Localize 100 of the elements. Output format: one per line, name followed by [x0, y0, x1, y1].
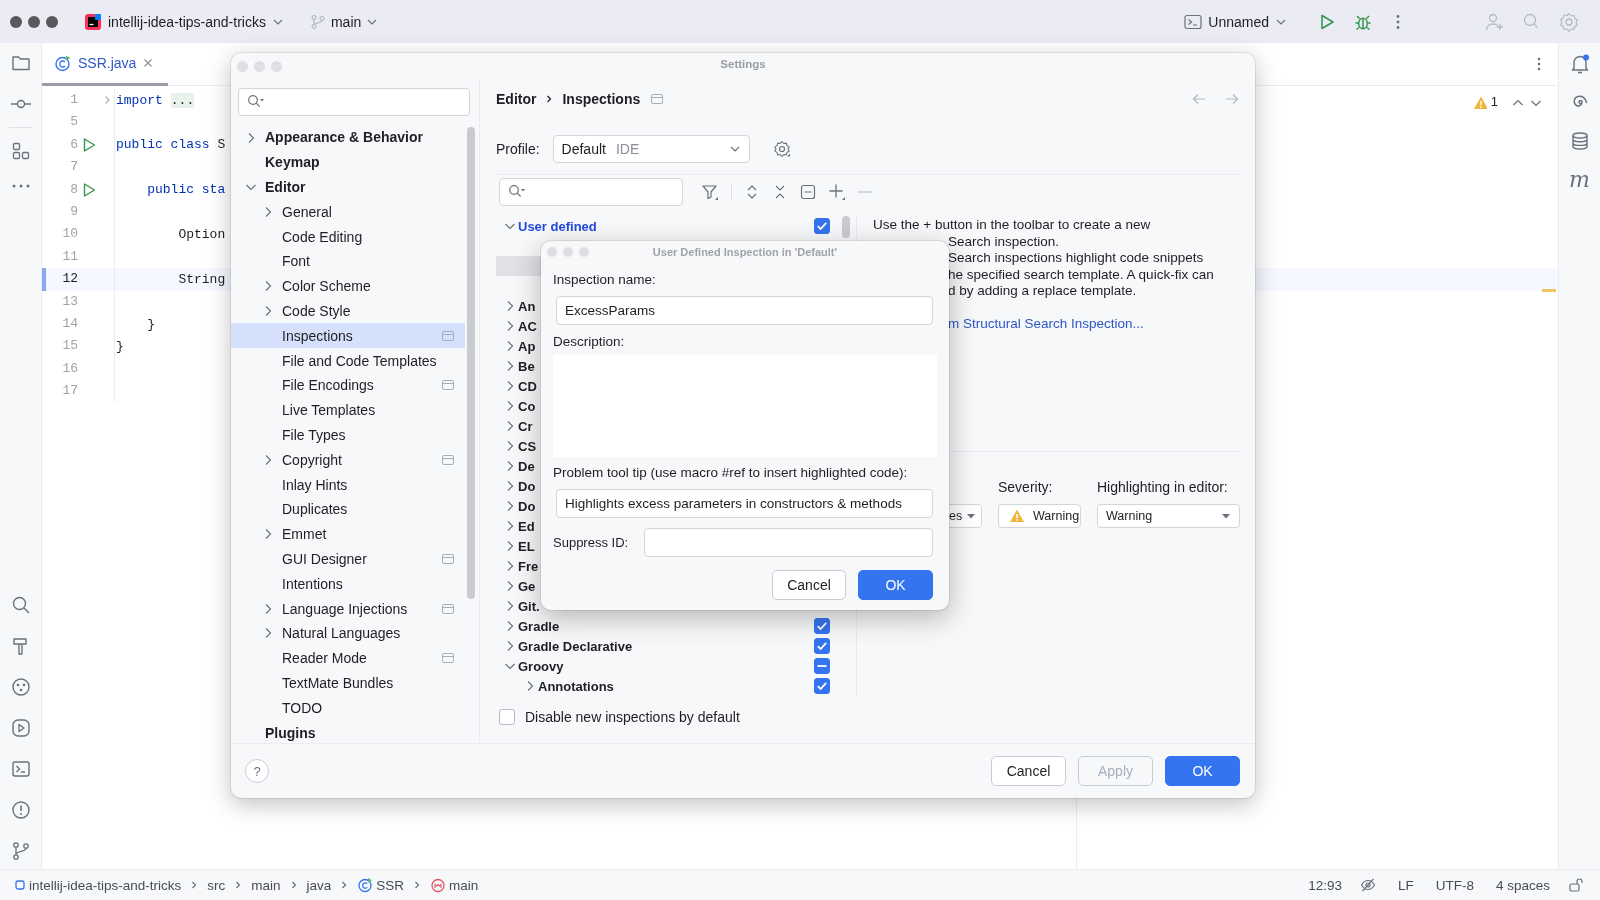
inspection-tree-item[interactable]: Be [518, 358, 535, 374]
inspection-tree-item[interactable]: EL [518, 538, 535, 554]
file-encoding[interactable]: UTF-8 [1435, 877, 1474, 893]
database-icon[interactable] [1569, 131, 1590, 151]
inspection-tree-item[interactable]: Annotations [538, 678, 614, 694]
inspection-tree-item[interactable]: Ap [518, 338, 536, 354]
checkbox-label[interactable]: Disable new inspections by default [525, 709, 740, 725]
settings-icon[interactable] [772, 140, 791, 158]
settings-nav-item[interactable]: Natural Languages [231, 620, 465, 646]
run-configuration-widget[interactable]: Unnamed [1178, 9, 1293, 34]
settings-nav-item[interactable]: Inlay Hints [231, 472, 465, 497]
settings-nav-item[interactable]: Editor [231, 174, 465, 200]
run-icon[interactable] [1318, 12, 1336, 31]
folder-icon[interactable] [10, 53, 31, 73]
name-field[interactable]: ExcessParams [556, 296, 933, 325]
inspection-tree-item[interactable]: Ge [518, 578, 536, 594]
help-button[interactable]: ? [245, 759, 269, 783]
highlighting-dropdown[interactable]: Warning [1097, 503, 1240, 528]
settings-nav-item[interactable]: TODO [231, 695, 465, 721]
close-icon[interactable] [142, 57, 155, 69]
run-gutter-icon[interactable] [81, 181, 97, 198]
settings-nav-item[interactable]: Appearance & Behavior [231, 125, 465, 150]
settings-nav-item[interactable]: File and Code Templates [231, 348, 465, 373]
caret-position[interactable]: 12:93 [1308, 877, 1342, 893]
inspection-tree-item[interactable]: De [518, 458, 535, 474]
settings-nav-item[interactable]: Duplicates [231, 496, 465, 522]
settings-nav-item[interactable]: Code Editing [231, 224, 465, 249]
project-widget[interactable]: intellij-idea-tips-and-tricks [78, 8, 290, 35]
tab-label[interactable]: SSR.java [78, 55, 137, 71]
breadcrumb-item[interactable]: java [306, 877, 332, 893]
settings-nav-item[interactable]: General [231, 199, 465, 225]
inspection-tree-item[interactable]: Ed [518, 518, 535, 534]
settings-nav-item[interactable]: File Encodings [231, 372, 465, 398]
problems-icon[interactable] [10, 800, 31, 820]
indent-setting[interactable]: 4 spaces [1495, 877, 1550, 893]
settings-nav-item[interactable]: Language Injections [231, 596, 465, 621]
breadcrumb-item[interactable]: src [207, 877, 226, 893]
more-icon[interactable] [1536, 56, 1542, 72]
breadcrumb-item[interactable]: main [430, 877, 479, 893]
scrollbar[interactable] [467, 127, 475, 599]
inspection-tree-item[interactable]: Do [518, 498, 536, 514]
breadcrumb-item[interactable]: SSR [357, 877, 405, 893]
settings-nav-item[interactable]: Reader Mode [231, 645, 465, 671]
inspection-tree-item[interactable]: Co [518, 398, 536, 414]
settings-nav-item[interactable]: Emmet [231, 521, 465, 547]
settings-nav-item[interactable]: Font [231, 249, 465, 274]
settings-nav-item[interactable]: Inspections [231, 323, 465, 349]
inspection-tree-item[interactable]: Git. [518, 598, 540, 614]
search-icon[interactable] [10, 595, 31, 615]
settings-nav-item[interactable]: Code Style [231, 298, 465, 324]
lock-icon[interactable] [1568, 877, 1584, 893]
settings-nav-item[interactable]: TextMate Bundles [231, 670, 465, 696]
inspection-tree-item[interactable]: Fre [518, 558, 539, 574]
inspection-tree-item[interactable]: An [518, 298, 536, 314]
severity-dropdown[interactable]: Warning [998, 503, 1081, 528]
inspection-tree-item[interactable]: Do [518, 478, 536, 494]
folded-code[interactable]: ... [170, 92, 195, 108]
breadcrumb-item[interactable]: Inspections [562, 91, 641, 107]
inspection-tree-item[interactable]: Gradle Declarative [518, 638, 633, 654]
dialog-button[interactable]: OK [858, 570, 933, 600]
services-icon[interactable] [10, 677, 31, 697]
branch-widget[interactable]: main [303, 9, 385, 34]
window-button[interactable] [28, 15, 40, 28]
inspection-tree-item[interactable]: Groovy [518, 658, 564, 674]
structure-icon[interactable] [10, 141, 31, 161]
inspection-off-icon[interactable] [1359, 877, 1376, 893]
settings-nav-item[interactable]: Keymap [231, 149, 465, 175]
add-icon[interactable] [828, 183, 846, 201]
breadcrumb-item[interactable]: Editor [496, 91, 537, 107]
profile-dropdown[interactable]: Default IDE [552, 135, 750, 163]
settings-nav-item[interactable]: Plugins [231, 720, 465, 745]
settings-nav-item[interactable]: Intentions [231, 571, 465, 597]
settings-nav-item[interactable]: Copyright [231, 447, 465, 473]
reset-icon[interactable] [800, 184, 816, 200]
settings-nav-item[interactable]: Live Templates [231, 397, 465, 423]
scrollbar[interactable] [842, 216, 850, 238]
suppress-id-field[interactable] [644, 528, 933, 557]
inspection-tree-item[interactable]: CD [518, 378, 537, 394]
settings-nav-item[interactable]: File Types [231, 422, 465, 448]
window-button[interactable] [10, 15, 22, 28]
inspection-tree-item[interactable]: User defined [518, 218, 597, 234]
tool-window-button[interactable]: m [1569, 169, 1590, 191]
git-branch-icon[interactable] [10, 841, 31, 861]
editor-tab[interactable]: SSR.java [42, 43, 169, 86]
checkbox[interactable] [499, 709, 515, 725]
dialog-button[interactable]: OK [1165, 756, 1240, 786]
run-gutter-icon[interactable] [81, 136, 97, 153]
tooltip-field[interactable]: Highlights excess parameters in constructors & methods [556, 489, 933, 518]
search-field[interactable] [499, 178, 683, 206]
warning-count[interactable]: 1 [1490, 94, 1498, 109]
window-button[interactable] [46, 15, 58, 28]
bug-icon[interactable] [1354, 12, 1372, 31]
terminal-icon[interactable] [10, 759, 31, 779]
search-field[interactable] [238, 88, 470, 116]
settings-nav-item[interactable]: GUI Designer [231, 546, 465, 572]
inspection-tree-item[interactable]: Cr [518, 418, 533, 434]
inspection-tree-item[interactable]: CS [518, 438, 537, 454]
breadcrumb-item[interactable]: intellij-idea-tips-and-tricks [14, 877, 182, 893]
dialog-button[interactable]: Cancel [772, 570, 846, 600]
dialog-button[interactable]: Cancel [991, 756, 1066, 786]
